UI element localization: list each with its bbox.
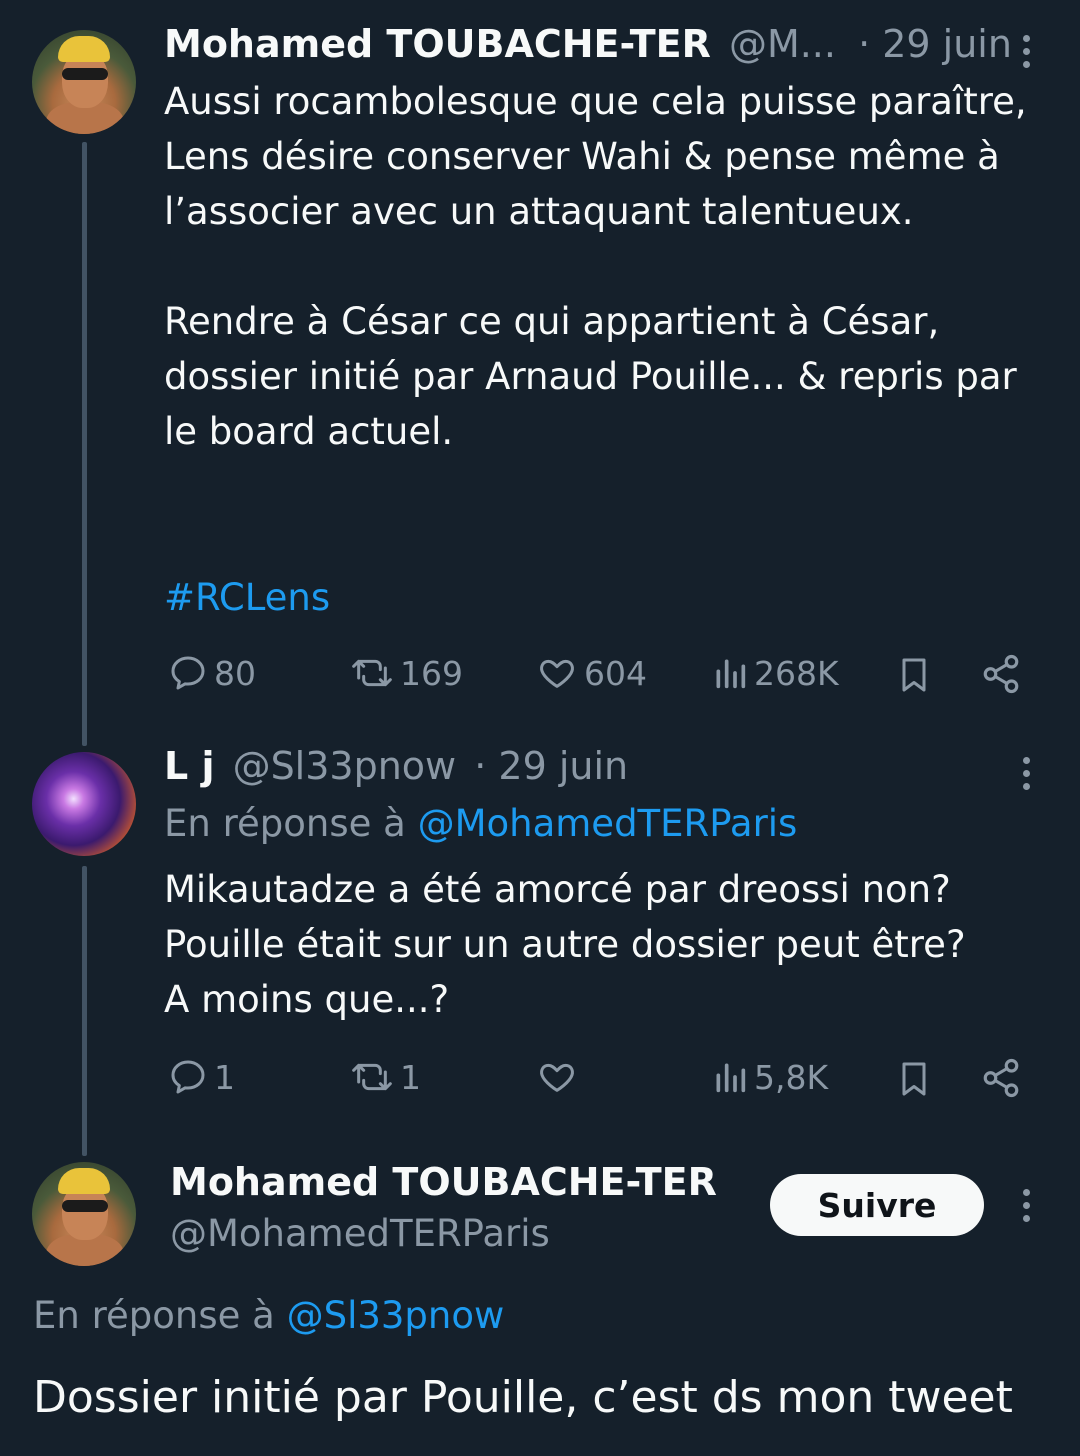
avatar[interactable]	[32, 30, 136, 134]
bookmark-icon	[902, 1062, 926, 1096]
avatar[interactable]	[32, 1162, 136, 1266]
share-icon	[983, 654, 1019, 694]
thread-line	[82, 866, 87, 1156]
more-icon[interactable]	[1021, 757, 1031, 790]
reply-context: En réponse à @MohamedTERParis	[164, 802, 797, 845]
more-icon[interactable]	[1021, 35, 1031, 68]
reply-button[interactable]: 80	[168, 653, 256, 693]
author-name[interactable]: Mohamed TOUBACHE-TER	[170, 1160, 717, 1204]
like-icon	[540, 1063, 574, 1092]
author-handle[interactable]: @Sl33pnow	[233, 744, 457, 788]
author-handle[interactable]: @M...	[729, 22, 836, 66]
tweet-text: Aussi rocambolesque que cela puisse para…	[164, 80, 1027, 453]
like-icon	[540, 659, 574, 688]
author-handle[interactable]: @MohamedTERParis	[170, 1212, 550, 1255]
reply-count: 80	[214, 653, 256, 693]
repost-count: 169	[400, 653, 463, 693]
reply-prefix: En réponse à	[164, 802, 406, 845]
views-icon	[716, 659, 746, 689]
reply-icon	[171, 1060, 205, 1094]
like-button[interactable]	[536, 1057, 584, 1097]
views-button[interactable]: 5,8K	[712, 1057, 828, 1097]
author-name[interactable]: Mohamed TOUBACHE-TER	[164, 22, 711, 66]
bookmark-button[interactable]	[894, 1057, 934, 1101]
thread-line	[82, 142, 87, 746]
like-count: 604	[584, 653, 647, 693]
tweet-date[interactable]: · 29 juin	[858, 22, 1012, 66]
repost-count: 1	[400, 1057, 421, 1097]
reply-to-link[interactable]: @MohamedTERParis	[418, 802, 798, 845]
tweet-text: Mikautadze a été amorcé par dreossi non?…	[164, 868, 966, 1021]
bookmark-button[interactable]	[894, 653, 934, 697]
share-button[interactable]	[980, 653, 1022, 695]
reply-context: En réponse à @Sl33pnow	[33, 1294, 504, 1337]
like-button[interactable]: 604	[536, 653, 647, 693]
more-icon[interactable]	[1021, 1189, 1031, 1222]
share-icon	[983, 1058, 1019, 1098]
tweet-header: Mohamed TOUBACHE-TER @M... · 29 juin	[164, 22, 1012, 66]
repost-button[interactable]: 1	[350, 1057, 421, 1097]
share-button[interactable]	[980, 1057, 1022, 1099]
bookmark-icon	[902, 658, 926, 692]
views-count: 268K	[754, 653, 839, 693]
views-icon	[716, 1063, 746, 1093]
repost-button[interactable]: 169	[350, 653, 463, 693]
hashtag-link[interactable]: #RCLens	[164, 570, 330, 625]
follow-button[interactable]: Suivre	[770, 1174, 984, 1236]
repost-icon	[352, 1063, 392, 1091]
reply-button[interactable]: 1	[168, 1057, 235, 1097]
reply-to-link[interactable]: @Sl33pnow	[287, 1294, 505, 1337]
views-button[interactable]: 268K	[712, 653, 839, 693]
reply-count: 1	[214, 1057, 235, 1097]
repost-icon	[352, 659, 392, 687]
views-count: 5,8K	[754, 1057, 829, 1097]
reply-icon	[171, 656, 205, 690]
tweet-header: L j @Sl33pnow · 29 juin	[164, 744, 628, 788]
author-name[interactable]: L j	[164, 744, 214, 788]
avatar[interactable]	[32, 752, 136, 856]
reply-prefix: En réponse à	[33, 1294, 275, 1337]
tweet-text: Dossier initié par Pouille, c’est ds mon…	[33, 1372, 1013, 1423]
tweet-date[interactable]: · 29 juin	[474, 744, 628, 788]
